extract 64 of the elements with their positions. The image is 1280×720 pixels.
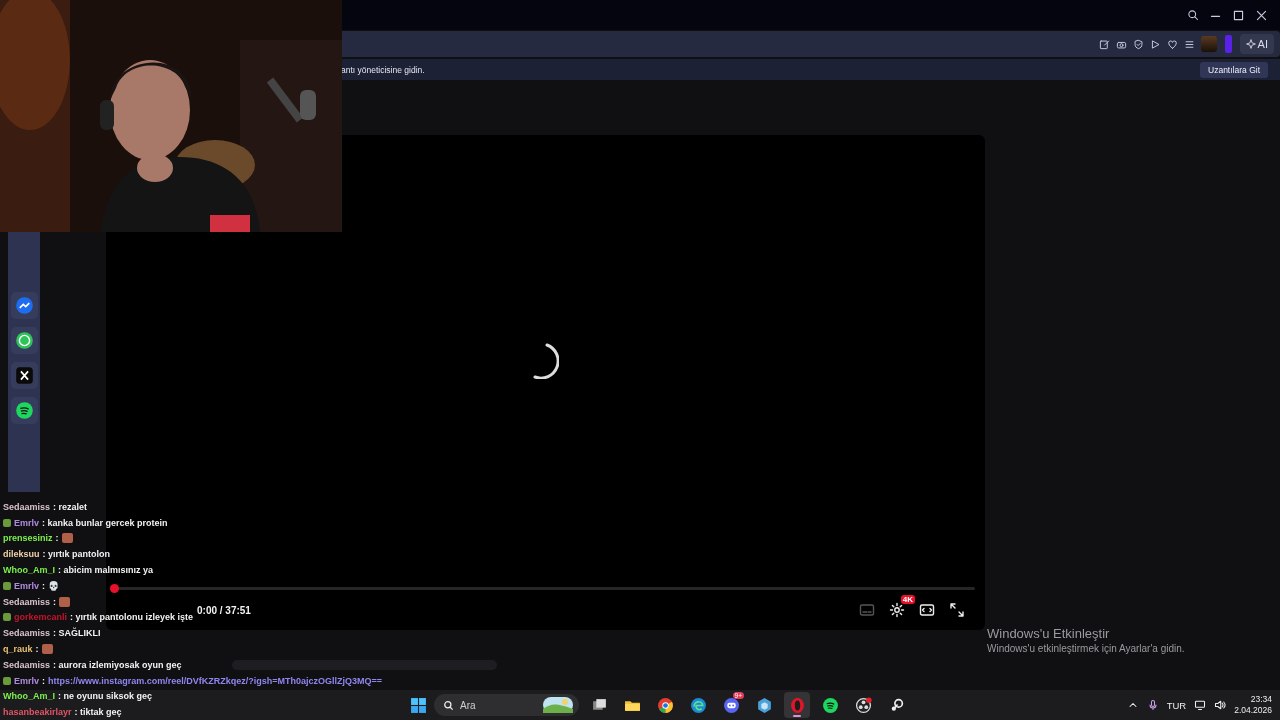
chat-message: : abicim malmısınız ya [58,565,154,576]
chat-message: : yırtık pantolonu izleyek işte [70,612,194,623]
microphone-icon[interactable] [1146,699,1159,711]
chat-username: dileksuu [3,549,40,560]
landscape-icon [543,697,573,713]
chat-message: : kanka bunlar gercek protein [42,517,168,528]
loading-spinner [532,343,559,379]
play-icon[interactable] [1149,38,1161,50]
settings-icon[interactable] [889,602,905,618]
chat-message: : [35,644,39,655]
chat-username: Whoo_Am_I [3,691,55,702]
chat-message: : rezalet [53,501,88,512]
chat-message: : [55,533,59,544]
color-indicator [1224,35,1232,53]
sparkle-icon [1245,39,1256,49]
chat-message: : tiktak geç [74,707,122,718]
language-indicator[interactable]: TUR [1166,699,1187,711]
fullscreen-icon[interactable] [949,602,965,618]
chat-message: : yırtık pantolon [42,549,110,560]
notice-text: antı yöneticisine gidin. [341,64,425,75]
x-icon[interactable] [10,362,38,389]
quality-badge: 4K [900,595,915,604]
progress-handle[interactable] [110,584,119,593]
search-icon[interactable] [1187,9,1199,21]
go-to-extensions-button[interactable]: Uzantılara Git [1200,61,1268,78]
chat-message: : [42,675,45,686]
messenger-icon[interactable] [10,292,38,319]
theater-mode-icon[interactable] [919,602,935,618]
chat-message: : [53,596,57,607]
chat-username: prensesiniz [3,533,53,544]
edit-icon[interactable] [1098,38,1110,50]
speaker-icon[interactable] [1214,699,1227,711]
search-icon [443,699,454,711]
chat-message: : aurora izlemiyosak oyun geç [53,659,182,670]
close-icon[interactable] [1255,8,1268,22]
chat-username: Sedaamiss [3,501,51,512]
clock-time[interactable]: 23:34 [1250,694,1272,705]
activation-text: Windows'u etkinleştirmek için Ayarlar'a gidin. [987,643,1185,654]
subtitles-icon[interactable] [859,602,875,618]
time-display: 0:00 / 37:51 [197,604,251,616]
chat-username: hasanbeakirlayr [3,707,72,718]
chat-username: Whoo_Am_I [3,565,55,576]
maximize-icon[interactable] [1232,8,1245,22]
network-icon[interactable] [1194,699,1207,711]
clock-date[interactable]: 2.04.2026 [1234,705,1272,716]
chat-username: Emrlv [14,580,39,591]
chat-username: q_rauk [3,644,33,655]
chat-link[interactable]: https://www.instagram.com/reel/DVfKZRZkqez/?igsh=MTh0ajczOGllZjQ3MQ== [48,675,382,686]
chat-message: : SAĞLIKLI [53,628,101,639]
activation-title: Windows'u Etkinleştir [987,626,1111,641]
chat-username: gorkemcanli [14,612,68,623]
start-icon[interactable] [410,696,427,714]
spotify-icon[interactable] [10,397,38,424]
chat-username: Emrlv [14,675,39,686]
chat-username: Sedaamiss [3,659,51,670]
ai-button[interactable]: AI [1239,34,1274,54]
chat-message: : ne oyunu siksok geç [58,691,153,702]
chat-username: Emrlv [14,517,39,528]
chat-username: Sedaamiss [3,596,51,607]
menu-icon[interactable] [1183,38,1195,50]
heart-icon[interactable] [1166,38,1178,50]
shield-icon[interactable] [1132,38,1144,50]
chat-username: Sedaamiss [3,628,51,639]
chat-message: : 💀 [42,580,59,591]
